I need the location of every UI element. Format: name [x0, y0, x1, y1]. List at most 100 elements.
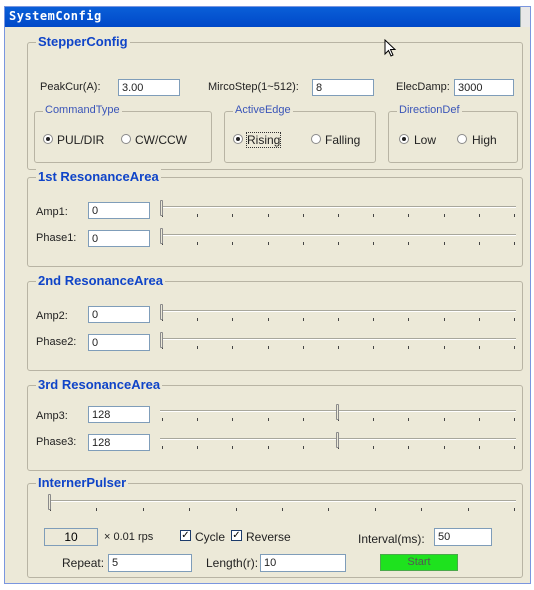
amp2-slider[interactable] — [160, 304, 518, 326]
pul-dir-radio[interactable] — [43, 134, 53, 144]
amp1-label: Amp1: — [36, 206, 68, 218]
elec-damp-label: ElecDamp: — [396, 81, 450, 93]
title-bar[interactable]: SystemConfig — [5, 7, 530, 27]
slider-tick — [444, 418, 445, 421]
elec-damp-field[interactable]: 3000 — [454, 79, 514, 96]
amp2-label: Amp2: — [36, 310, 68, 322]
peak-current-field[interactable]: 3.00 — [118, 79, 180, 96]
slider-tick — [143, 508, 144, 511]
slider-tick — [96, 508, 97, 511]
command-type-title: CommandType — [43, 104, 122, 116]
reverse-checkbox[interactable]: ✓ — [231, 530, 242, 541]
direction-def-group: DirectionDef Low High — [388, 104, 518, 163]
slider-tick — [232, 446, 233, 449]
falling-radio[interactable] — [311, 134, 321, 144]
slider-tick — [408, 242, 409, 245]
start-button[interactable]: Start — [380, 554, 458, 571]
repeat-label: Repeat: — [62, 556, 105, 570]
slider-tick — [197, 242, 198, 245]
slider-tick — [444, 318, 445, 321]
interval-label: Interval(ms): — [358, 532, 425, 546]
slider-tick — [514, 346, 515, 349]
slider-tick — [338, 242, 339, 245]
high-label: High — [472, 133, 497, 147]
pulser-speed-slider[interactable] — [48, 494, 518, 516]
slider-track — [48, 500, 516, 502]
low-label: Low — [414, 133, 437, 147]
slider-tick — [162, 446, 163, 449]
slider-tick — [197, 214, 198, 217]
slider-tick — [189, 508, 190, 511]
slider-thumb[interactable] — [48, 494, 51, 510]
phase2-slider[interactable] — [160, 332, 518, 354]
slider-thumb[interactable] — [160, 200, 163, 216]
interval-field[interactable]: 50 — [434, 528, 492, 546]
slider-tick — [514, 214, 515, 217]
micro-step-label: MircoStep(1~512): — [208, 81, 299, 93]
amp3-slider[interactable] — [160, 404, 518, 426]
amp2-field[interactable]: 0 — [88, 306, 150, 323]
slider-tick — [197, 346, 198, 349]
phase3-slider[interactable] — [160, 432, 518, 454]
slider-tick — [514, 446, 515, 449]
slider-tick — [421, 508, 422, 511]
slider-tick — [444, 446, 445, 449]
phase3-field[interactable]: 128 — [88, 434, 150, 451]
slider-tick — [268, 418, 269, 421]
slider-tick — [268, 318, 269, 321]
slider-tick — [514, 418, 515, 421]
phase2-field[interactable]: 0 — [88, 334, 150, 351]
slider-track — [160, 234, 516, 236]
phase1-label: Phase1: — [36, 232, 77, 244]
slider-tick — [479, 346, 480, 349]
slider-tick — [408, 318, 409, 321]
cw-ccw-label: CW/CCW — [135, 133, 187, 147]
slider-thumb[interactable] — [160, 304, 163, 320]
rps-unit-label: × 0.01 rps — [104, 531, 154, 543]
slider-tick — [197, 446, 198, 449]
slider-tick — [373, 346, 374, 349]
high-radio[interactable] — [457, 134, 467, 144]
amp1-field[interactable]: 0 — [88, 202, 150, 219]
slider-tick — [373, 214, 374, 217]
slider-tick — [282, 508, 283, 511]
slider-tick — [408, 418, 409, 421]
slider-thumb[interactable] — [160, 332, 163, 348]
slider-tick — [303, 346, 304, 349]
slider-tick — [468, 508, 469, 511]
amp1-slider[interactable] — [160, 200, 518, 222]
low-radio[interactable] — [399, 134, 409, 144]
slider-tick — [268, 242, 269, 245]
slider-thumb[interactable] — [336, 432, 339, 448]
phase1-field[interactable]: 0 — [88, 230, 150, 247]
amp3-field[interactable]: 128 — [88, 406, 150, 423]
slider-tick — [514, 318, 515, 321]
slider-tick — [232, 418, 233, 421]
repeat-field[interactable]: 5 — [108, 554, 192, 572]
slider-thumb[interactable] — [160, 228, 163, 244]
slider-tick — [373, 318, 374, 321]
slider-tick — [232, 318, 233, 321]
cycle-label: Cycle — [195, 530, 226, 544]
slider-thumb[interactable] — [336, 404, 339, 420]
slider-tick — [328, 508, 329, 511]
command-type-group: CommandType PUL/DIR CW/CCW — [34, 104, 212, 163]
cw-ccw-radio[interactable] — [121, 134, 131, 144]
cycle-checkbox[interactable]: ✓ — [180, 530, 191, 541]
slider-tick — [303, 446, 304, 449]
slider-tick — [268, 446, 269, 449]
window-title: SystemConfig — [9, 9, 102, 23]
slider-tick — [303, 214, 304, 217]
phase1-slider[interactable] — [160, 228, 518, 250]
resonance-area-1-group: 1st ResonanceArea Amp1: 0 Phase1: 0 — [27, 169, 523, 267]
mouse-pointer-icon — [384, 39, 397, 57]
length-field[interactable]: 10 — [260, 554, 346, 572]
slider-tick — [408, 346, 409, 349]
rising-radio[interactable] — [233, 134, 243, 144]
slider-tick — [408, 214, 409, 217]
slider-tick — [479, 446, 480, 449]
resonance-area-2-group: 2nd ResonanceArea Amp2: 0 Phase2: 0 — [27, 273, 523, 371]
close-button[interactable] — [520, 7, 530, 27]
rps-display: 10 — [44, 528, 98, 546]
micro-step-field[interactable]: 8 — [312, 79, 374, 96]
